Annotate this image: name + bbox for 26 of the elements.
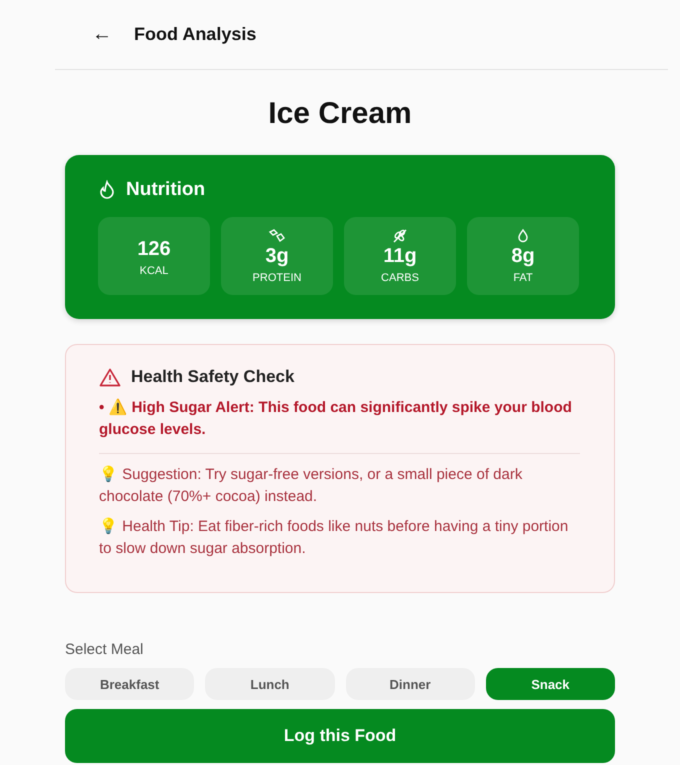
log-food-button[interactable]: Log this Food bbox=[65, 709, 615, 763]
meal-chip[interactable]: Lunch bbox=[205, 668, 334, 700]
nutrient-unit: PROTEIN bbox=[252, 272, 302, 284]
select-meal-label: Select Meal bbox=[65, 641, 144, 658]
page-title: Food Analysis bbox=[134, 24, 256, 45]
nutrient-value: 3g bbox=[265, 244, 289, 268]
nutrient-unit: CARBS bbox=[381, 272, 419, 284]
food-name: Ice Cream bbox=[268, 96, 412, 132]
meal-chip[interactable]: Snack bbox=[486, 668, 615, 700]
flame-icon bbox=[98, 180, 116, 200]
back-button[interactable]: ← bbox=[92, 23, 112, 46]
nutrient-unit: FAT bbox=[513, 272, 533, 284]
alert-text: • ⚠ High Sugar Alert: This food can significantly spike your blood glucose levels. bbox=[99, 398, 573, 440]
wheat-icon bbox=[392, 228, 408, 242]
tip-text: 💡 Health Tip: Eat fiber-rich foods like nuts before having a tiny portion to slow down sugar absorption. bbox=[99, 516, 570, 559]
tip-text: 💡 Suggestion: Try sugar-free versions, or a small piece of dark chocolate (70%+ cocoa) instead. bbox=[99, 464, 524, 507]
nutrition-title: Nutrition bbox=[126, 179, 206, 201]
nutrient-value: 8g bbox=[511, 244, 535, 268]
nutrient-value: 11g bbox=[383, 244, 417, 268]
meal-chip[interactable]: Dinner bbox=[346, 668, 475, 700]
warning-icon bbox=[99, 368, 121, 386]
meal-chip[interactable]: Breakfast bbox=[65, 668, 194, 700]
nutrient-value: 126 bbox=[137, 238, 171, 260]
nutrient-unit: KCAL bbox=[140, 264, 168, 276]
droplet-icon bbox=[517, 228, 529, 242]
health-check-title: Health Safety Check bbox=[131, 367, 294, 387]
